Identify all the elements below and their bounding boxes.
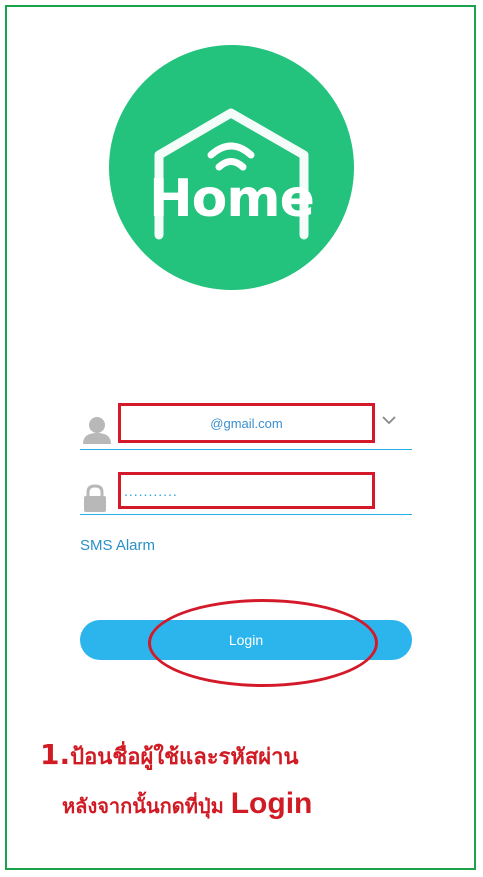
username-input[interactable] — [120, 406, 373, 440]
instruction-line-2: หลังจากนั้นกดที่ปุ่ม Login — [62, 787, 312, 822]
chevron-down-icon[interactable] — [381, 414, 397, 426]
app-logo: Home — [109, 45, 354, 290]
username-underline — [80, 449, 412, 450]
logo-text: Home — [149, 169, 315, 229]
password-input[interactable] — [124, 476, 364, 506]
wifi-icon — [207, 142, 255, 171]
password-underline — [80, 514, 412, 515]
sms-alarm-link[interactable]: SMS Alarm — [80, 537, 155, 554]
lock-icon — [84, 484, 106, 512]
login-button[interactable]: Login — [80, 620, 412, 660]
instruction-line-1: 1.ป้อนชื่อผู้ใช้และรหัสผ่าน — [40, 738, 299, 774]
instruction-line-1-text: ป้อนชื่อผู้ใช้และรหัสผ่าน — [70, 745, 299, 770]
password-row — [80, 470, 412, 515]
instruction-line-2-text: หลังจากนั้นกดที่ปุ่ม — [62, 794, 231, 818]
instruction-button-word: Login — [230, 787, 313, 820]
user-icon — [83, 417, 111, 444]
instruction-step-number: 1. — [40, 738, 71, 771]
username-row — [80, 400, 412, 450]
house-icon — [154, 108, 309, 240]
